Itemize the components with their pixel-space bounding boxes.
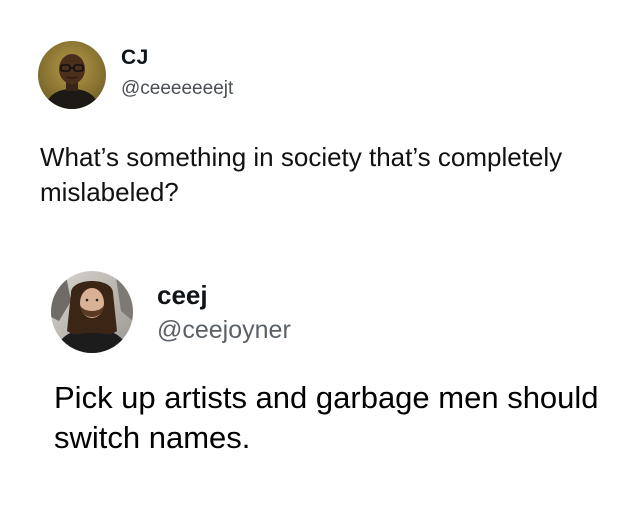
user-handle[interactable]: @ceeeeeeejt bbox=[121, 78, 233, 100]
tweet-text: What’s something in society that’s compl… bbox=[40, 142, 563, 207]
profile-photo-icon bbox=[38, 41, 106, 109]
avatar[interactable] bbox=[51, 271, 133, 353]
tweet-reply: ceej @ceejoyner Pick up artists and garb… bbox=[0, 240, 640, 515]
display-name[interactable]: ceej bbox=[157, 280, 208, 311]
display-name[interactable]: CJ bbox=[121, 46, 149, 70]
profile-photo-icon bbox=[51, 271, 133, 353]
user-handle[interactable]: @ceejoyner bbox=[157, 316, 291, 345]
tweet-question: CJ @ceeeeeeejt What’s something in socie… bbox=[0, 0, 640, 230]
tweet-text: Pick up artists and garbage men should s… bbox=[54, 380, 599, 455]
avatar[interactable] bbox=[38, 41, 106, 109]
